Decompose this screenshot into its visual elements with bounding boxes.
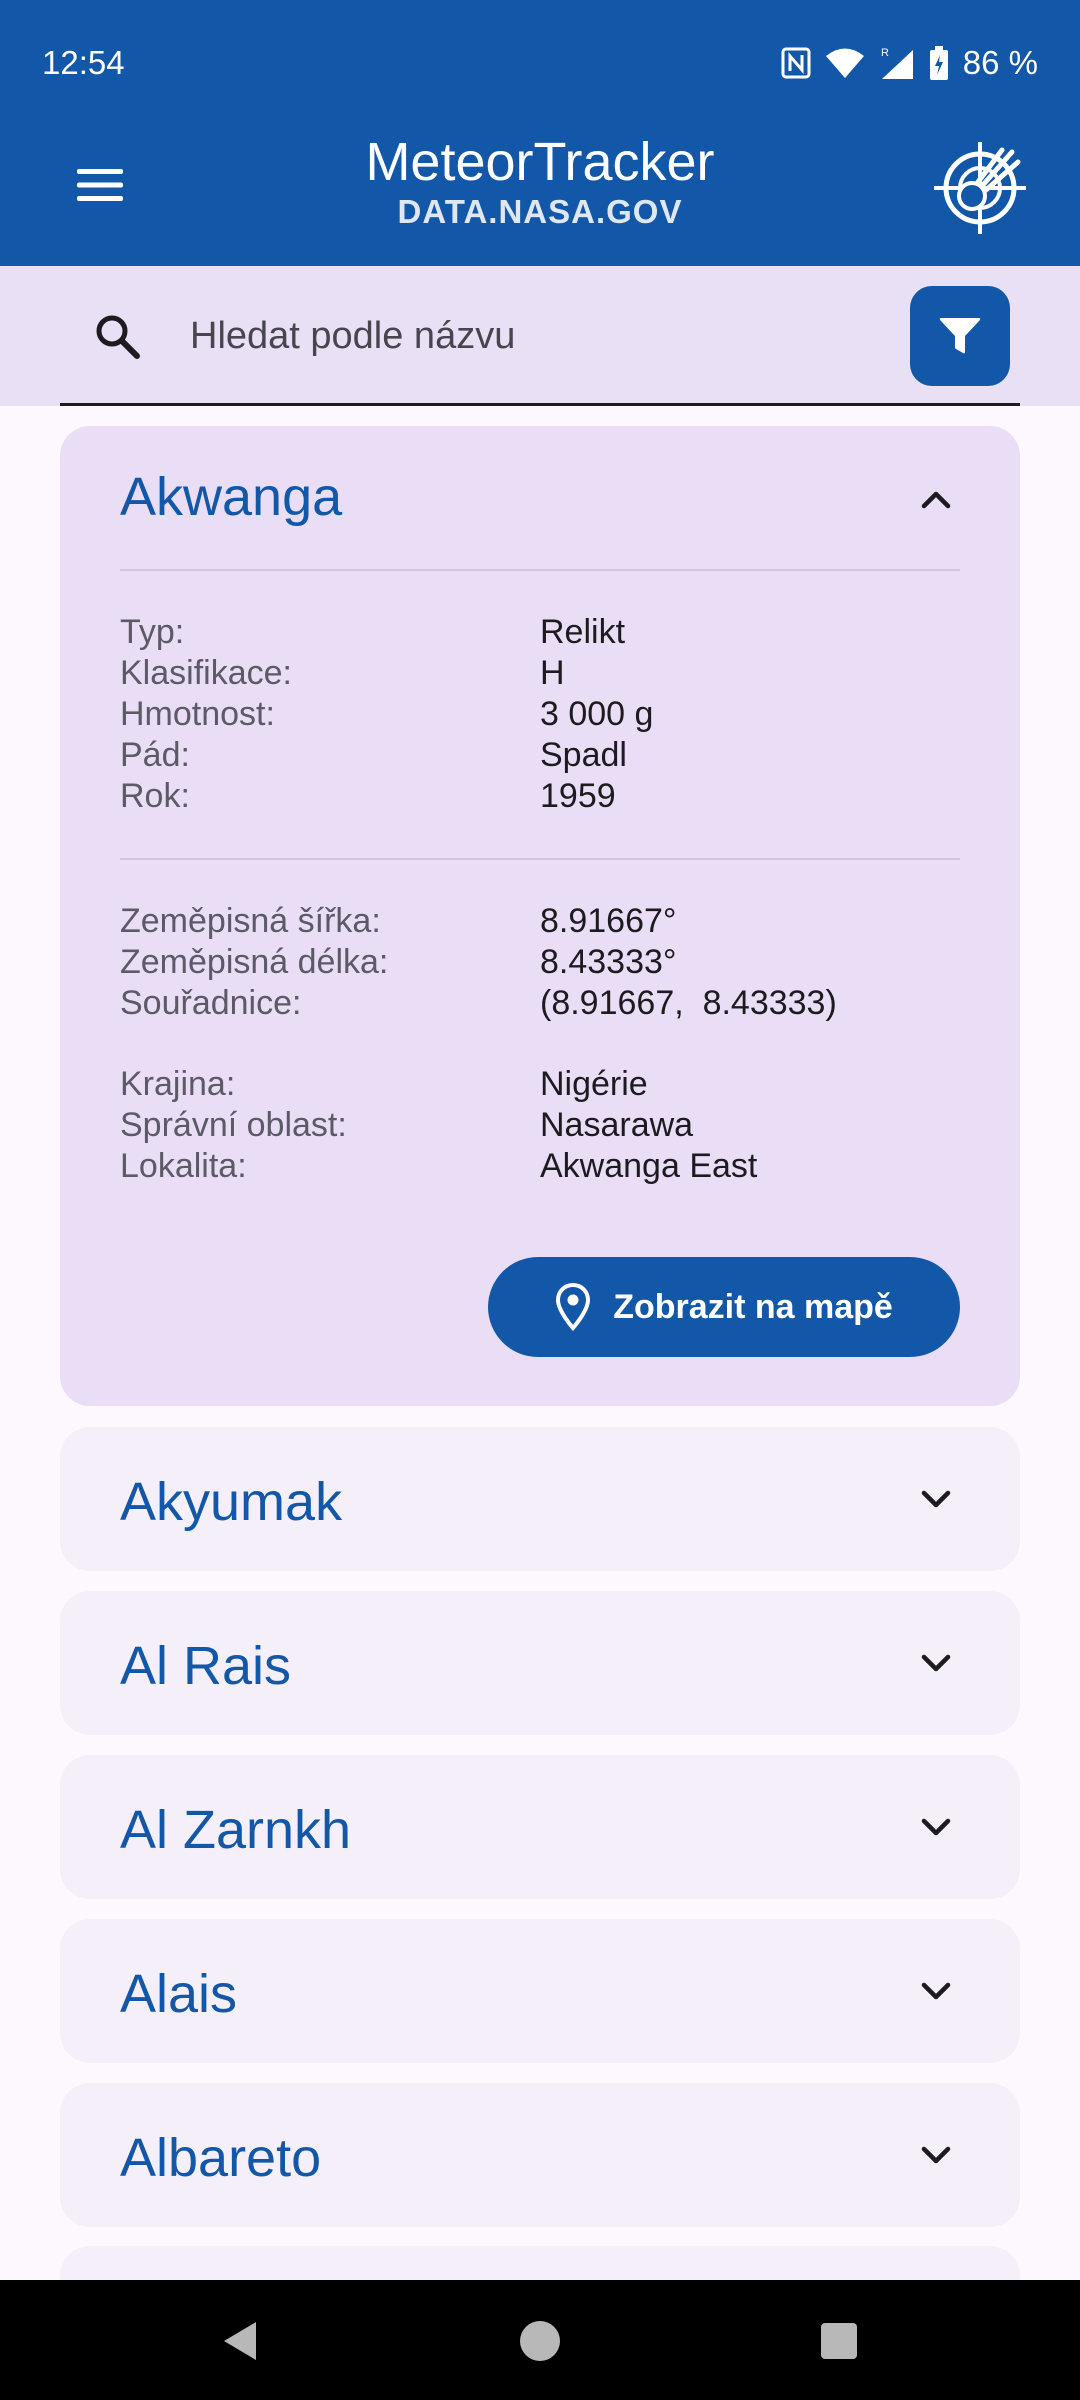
detail-label: Rok:	[120, 777, 190, 815]
search-icon	[92, 311, 142, 361]
filter-button[interactable]	[910, 286, 1010, 386]
geo-label: Zeměpisná šířka:	[120, 902, 381, 940]
chevron-down-icon[interactable]	[912, 1639, 960, 1687]
meteor-card[interactable]: Al Zarnkh	[60, 1755, 1020, 1899]
detail-label: Hmotnost:	[120, 695, 275, 733]
chevron-down-icon[interactable]	[912, 1475, 960, 1523]
chevron-down-icon[interactable]	[912, 2131, 960, 2179]
search-input[interactable]	[190, 304, 870, 368]
detail-value: 3 000 g	[540, 695, 654, 733]
detail-value: H	[540, 654, 565, 692]
meteor-card[interactable]: Akyumak	[60, 1427, 1020, 1571]
meteor-name: Al Rais	[120, 1636, 292, 1696]
location-row-region: Správní oblast: Nasarawa	[120, 1105, 960, 1146]
meteor-card[interactable]: Al Rais	[60, 1591, 1020, 1735]
geo-label: Zeměpisná délka:	[120, 943, 389, 981]
location-label: Krajina:	[120, 1065, 236, 1103]
menu-icon	[77, 169, 123, 201]
back-icon[interactable]	[216, 2316, 266, 2366]
chevron-up-icon[interactable]	[912, 476, 960, 524]
system-nav-bar	[0, 2280, 1080, 2400]
geo-value: 8.43333°	[540, 943, 677, 981]
meteor-name[interactable]: Akwanga	[120, 466, 342, 528]
location-value: Nasarawa	[540, 1106, 694, 1144]
app-header: 12:54 R 86 % MeteorTracker DATA.NASA.GOV	[0, 0, 1080, 266]
divider	[120, 569, 960, 571]
geo-value: 8.91667°	[540, 902, 677, 940]
chevron-down-icon[interactable]	[912, 1967, 960, 2015]
location-value: Akwanga East	[540, 1147, 758, 1185]
detail-row-mass: Hmotnost: 3 000 g	[120, 694, 960, 735]
detail-label: Klasifikace:	[120, 654, 292, 692]
location-row-locality: Lokalita: Akwanga East	[120, 1146, 960, 1187]
meteor-name: Akyumak	[120, 1472, 343, 1532]
meteor-card[interactable]: Albareto	[60, 2083, 1020, 2227]
location-row-country: Krajina: Nigérie	[120, 1064, 960, 1105]
meteor-card-expanded: Akwanga Typ: Relikt Klasifikace: H Hmotn…	[60, 426, 1020, 1406]
location-label: Správní oblast:	[120, 1106, 347, 1144]
chevron-down-icon[interactable]	[912, 1803, 960, 1851]
show-on-map-label: Zobrazit na mapě	[613, 1287, 893, 1326]
meteor-radar-icon	[930, 138, 1030, 238]
detail-row-year: Rok: 1959	[120, 776, 960, 817]
app-title-block: MeteorTracker DATA.NASA.GOV	[240, 132, 840, 232]
divider	[120, 858, 960, 860]
detail-value: 1959	[540, 777, 616, 815]
show-on-map-button[interactable]: Zobrazit na mapě	[488, 1257, 960, 1357]
battery-icon	[929, 46, 949, 80]
app-subtitle: DATA.NASA.GOV	[397, 193, 683, 230]
search-underline	[60, 403, 1020, 406]
detail-row-fall: Pád: Spadl	[120, 735, 960, 776]
location-label: Lokalita:	[120, 1147, 247, 1185]
geo-label: Souřadnice:	[120, 984, 302, 1022]
detail-value: Relikt	[540, 613, 626, 651]
geo-value: (8.91667, 8.43333)	[540, 984, 837, 1022]
geo-row-latitude: Zeměpisná šířka: 8.91667°	[120, 901, 960, 942]
meteor-name: Alais	[120, 1964, 238, 2024]
detail-label: Pád:	[120, 736, 190, 774]
signal-icon: R	[879, 46, 915, 80]
geo-row-longitude: Zeměpisná délka: 8.43333°	[120, 942, 960, 983]
app-title: MeteorTracker	[365, 132, 715, 192]
status-time: 12:54	[42, 44, 125, 81]
home-icon[interactable]	[515, 2316, 565, 2366]
detail-value: Spadl	[540, 736, 627, 774]
status-icons: R 86 %	[781, 40, 1038, 86]
meteor-card[interactable]: Alais	[60, 1919, 1020, 2063]
map-pin-icon	[556, 1283, 591, 1331]
location-value: Nigérie	[540, 1065, 648, 1103]
menu-button[interactable]	[60, 150, 140, 220]
battery-percent: 86 %	[962, 44, 1038, 81]
detail-row-classification: Klasifikace: H	[120, 653, 960, 694]
geo-row-coordinates: Souřadnice: (8.91667, 8.43333)	[120, 983, 960, 1024]
svg-text:R: R	[881, 47, 889, 59]
detail-row-type: Typ: Relikt	[120, 612, 960, 653]
detail-label: Typ:	[120, 613, 185, 651]
filter-icon	[939, 318, 981, 354]
wifi-icon	[825, 47, 865, 79]
nfc-icon	[781, 47, 811, 79]
meteor-name: Al Zarnkh	[120, 1800, 352, 1860]
meteor-name: Albareto	[120, 2128, 322, 2188]
recents-icon[interactable]	[814, 2316, 864, 2366]
